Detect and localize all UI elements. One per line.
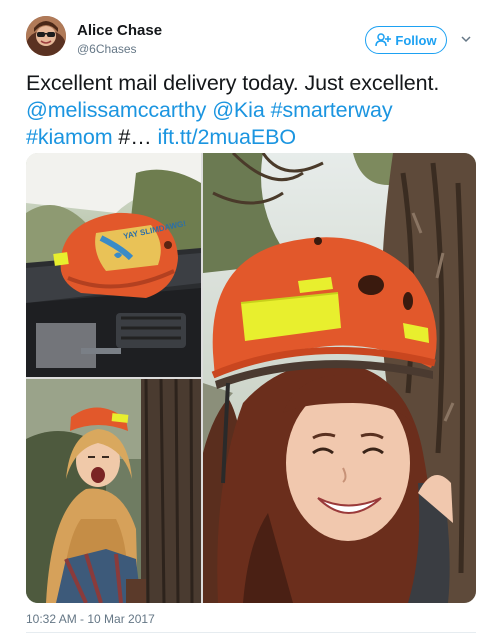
media-grid: YAY SLIMDAWG! [26, 153, 476, 603]
chevron-down-icon[interactable] [460, 34, 472, 44]
add-user-icon [375, 33, 392, 47]
divider [26, 632, 476, 633]
tweet-text: Excellent mail delivery today. Just exce… [26, 70, 481, 151]
mention-link[interactable]: @Kia [212, 98, 265, 122]
user-handle[interactable]: @6Chases [77, 42, 137, 56]
follow-label: Follow [395, 32, 437, 48]
url-link[interactable]: ift.tt/2muaEBO [158, 125, 297, 149]
hashtag-link[interactable]: #kiamom [26, 125, 113, 149]
photo-movie-still[interactable] [26, 379, 201, 603]
tweet-body: Excellent mail delivery today. Just exce… [26, 71, 440, 95]
avatar-image [26, 16, 66, 56]
hashtag-link[interactable]: #smarterway [271, 98, 393, 122]
truncated-text: #… [118, 125, 152, 149]
photo-helmet-on-car[interactable]: YAY SLIMDAWG! [26, 153, 201, 377]
tweet-header: Alice Chase @6Chases Follow [26, 16, 476, 66]
follow-button[interactable]: Follow [365, 26, 447, 54]
tweet-timestamp[interactable]: 10:32 AM - 10 Mar 2017 [26, 612, 155, 626]
avatar[interactable] [26, 16, 66, 56]
display-name[interactable]: Alice Chase [77, 22, 162, 39]
photo-selfie-helmet[interactable] [203, 153, 476, 603]
mention-link[interactable]: @melissamccarthy [26, 98, 206, 122]
